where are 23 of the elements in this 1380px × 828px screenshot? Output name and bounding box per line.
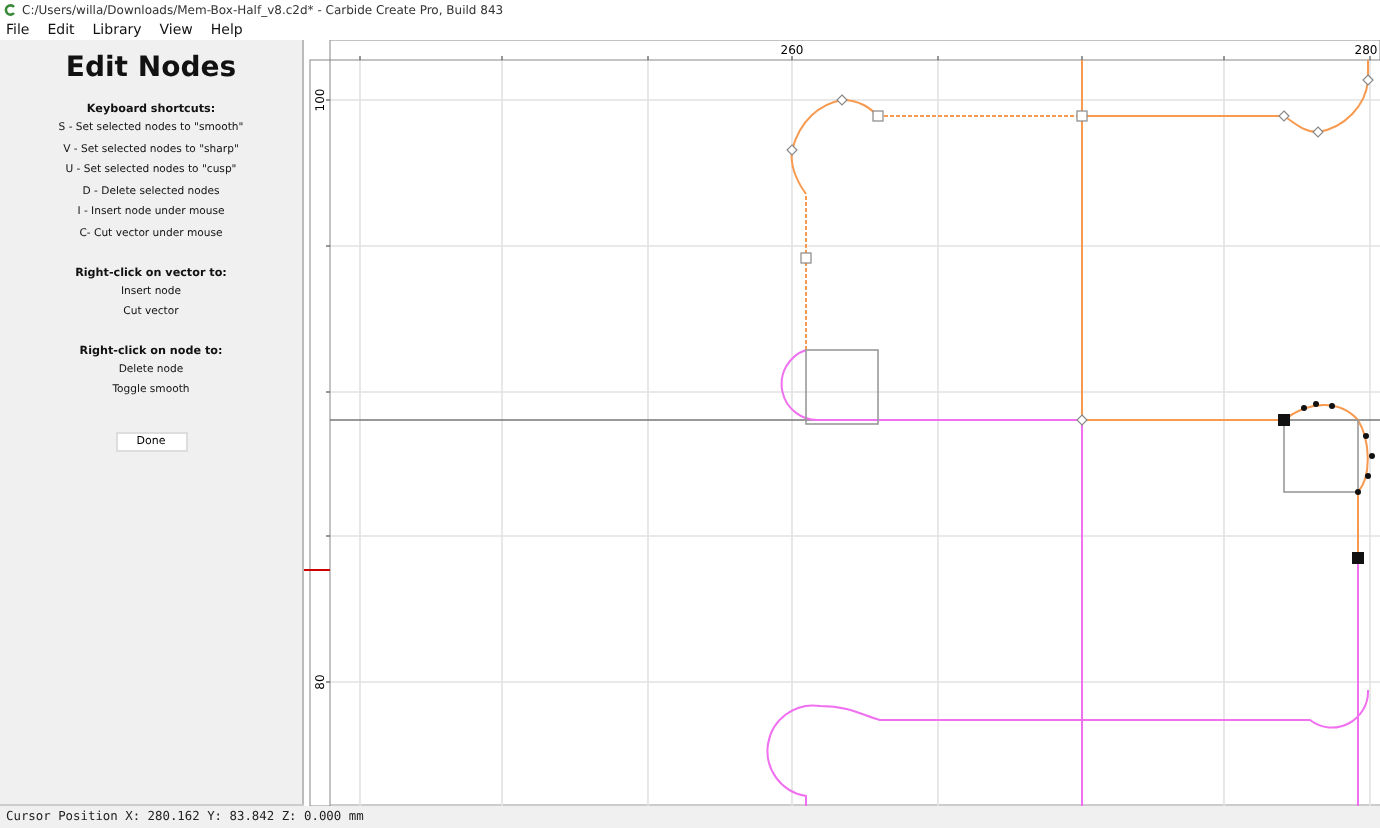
guide-square	[1283, 419, 1359, 493]
selected-node[interactable]	[1369, 453, 1375, 459]
panel-title: Edit Nodes	[65, 52, 237, 84]
node-handle[interactable]	[1362, 74, 1374, 86]
selected-node[interactable]	[1278, 414, 1290, 426]
node-handle[interactable]	[872, 110, 884, 122]
node-handle[interactable]	[1076, 414, 1088, 426]
selected-node[interactable]	[1363, 433, 1369, 439]
selected-node[interactable]	[1301, 405, 1307, 411]
selected-node[interactable]	[1313, 401, 1319, 407]
selected-node[interactable]	[1352, 552, 1364, 564]
node-handle[interactable]	[1312, 126, 1324, 138]
node-handle[interactable]	[1278, 110, 1290, 122]
selected-node[interactable]	[1329, 403, 1335, 409]
node-handle[interactable]	[786, 144, 798, 156]
node-handle[interactable]	[1076, 110, 1088, 122]
app-icon	[4, 4, 16, 16]
node-handle[interactable]	[800, 252, 812, 264]
guide-square	[805, 349, 879, 425]
selected-node[interactable]	[1365, 473, 1371, 479]
selected-node[interactable]	[1355, 489, 1361, 495]
cursor-marker	[304, 569, 331, 571]
node-handle[interactable]	[836, 94, 848, 106]
